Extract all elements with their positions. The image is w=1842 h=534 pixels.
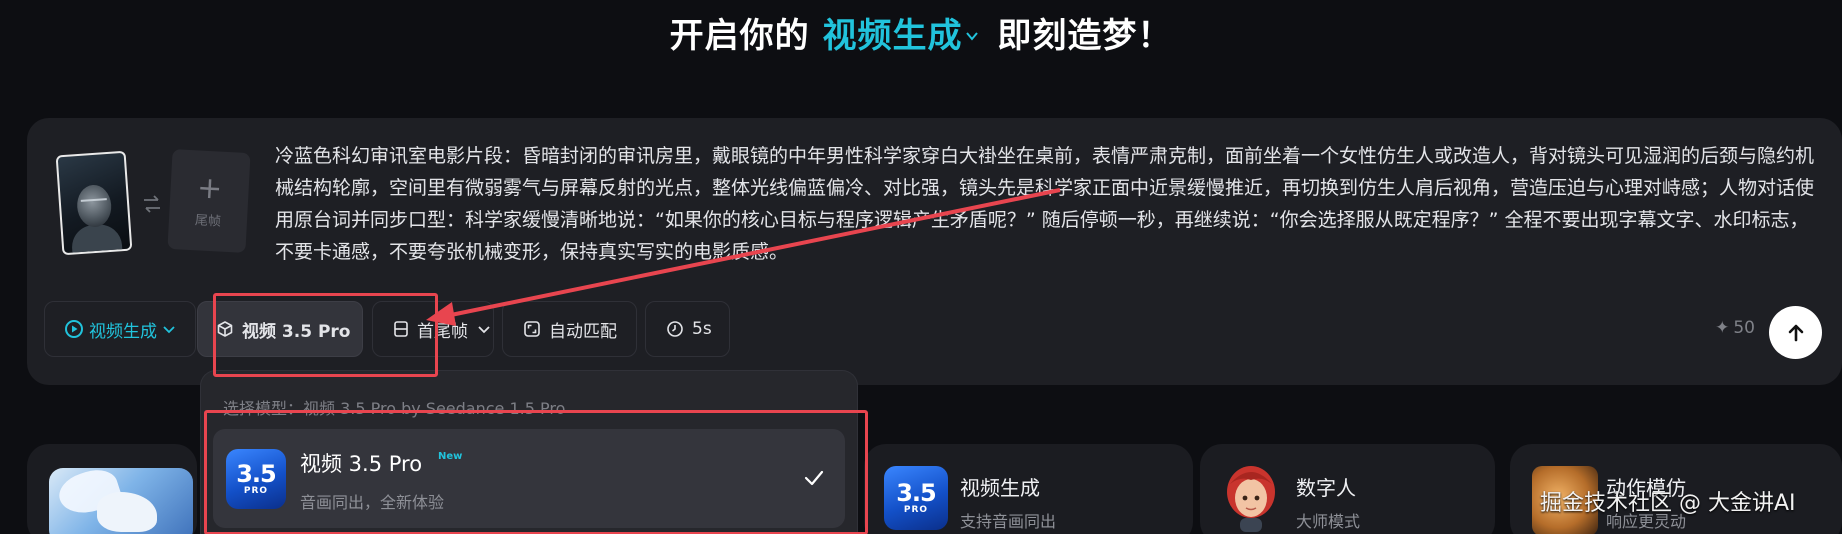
watermark: 掘金技术社区 @ 大金讲AI <box>1540 491 1796 516</box>
chevron-down-icon <box>965 31 978 41</box>
aspect-ratio-button[interactable]: 自动匹配 <box>502 301 637 357</box>
feature-title: 数字人 <box>1296 476 1356 500</box>
logo-number: 3.5 <box>896 479 937 507</box>
feature-card-digital-human[interactable]: 数字人 大师模式 <box>1200 444 1495 534</box>
arrow-up-icon <box>1788 324 1803 341</box>
prompt-textarea[interactable]: 冷蓝色科幻审讯室电影片段：昏暗封闭的审讯房里，戴眼镜的中年男性科学家穿白大褂坐在… <box>275 140 1820 268</box>
last-frame-label: 尾帧 <box>194 212 222 230</box>
send-button[interactable] <box>1769 306 1822 359</box>
plus-icon: + <box>196 169 224 207</box>
mode-dropdown[interactable]: 视频生成 <box>44 301 196 357</box>
thumbnail-figure-body <box>70 223 124 256</box>
mode-selector[interactable]: 视频生成 <box>823 16 985 56</box>
swap-icon[interactable] <box>141 193 163 215</box>
pegasus-thumbnail <box>49 463 193 534</box>
mode-dropdown-label: 视频生成 <box>89 321 157 342</box>
feature-subtitle: 支持音画同出 <box>960 512 1057 531</box>
credits-value: 50 <box>1733 318 1755 338</box>
video-generate-icon <box>65 320 83 338</box>
chevron-down-icon <box>478 326 490 334</box>
clock-icon <box>667 321 683 337</box>
feature-subtitle: 大师模式 <box>1296 512 1361 531</box>
page-headline: 开启你的 视频生成 即刻造梦！ <box>0 8 1842 57</box>
duration-button[interactable]: 5s <box>645 301 730 357</box>
chevron-down-icon <box>163 326 175 334</box>
credits-counter: ✦ 50 <box>1715 318 1755 338</box>
video-pro-logo: 3.5 PRO <box>884 466 948 530</box>
headline-prefix: 开启你的 <box>669 16 810 56</box>
pegasus-body <box>97 492 157 532</box>
highlight-box-model-option <box>204 410 868 534</box>
aspect-ratio-label: 自动匹配 <box>549 321 617 342</box>
feature-card-video[interactable]: 3.5 PRO 视频生成 支持音画同出 <box>864 444 1193 534</box>
mode-selector-label: 视频生成 <box>822 16 963 56</box>
duration-label: 5s <box>692 319 712 339</box>
digital-human-avatar <box>1227 466 1275 532</box>
thumbnail-figure-face <box>75 183 113 229</box>
logo-text: PRO <box>903 505 929 515</box>
first-frame-thumbnail[interactable] <box>55 150 133 256</box>
highlight-box-model-button <box>213 293 438 377</box>
feature-title: 视频生成 <box>960 476 1040 500</box>
last-frame-upload[interactable]: + 尾帧 <box>167 149 251 253</box>
aspect-ratio-icon <box>524 321 540 337</box>
feature-card-image[interactable] <box>27 444 197 534</box>
headline-suffix: 即刻造梦！ <box>997 16 1173 56</box>
sparkle-icon: ✦ <box>1715 318 1730 338</box>
